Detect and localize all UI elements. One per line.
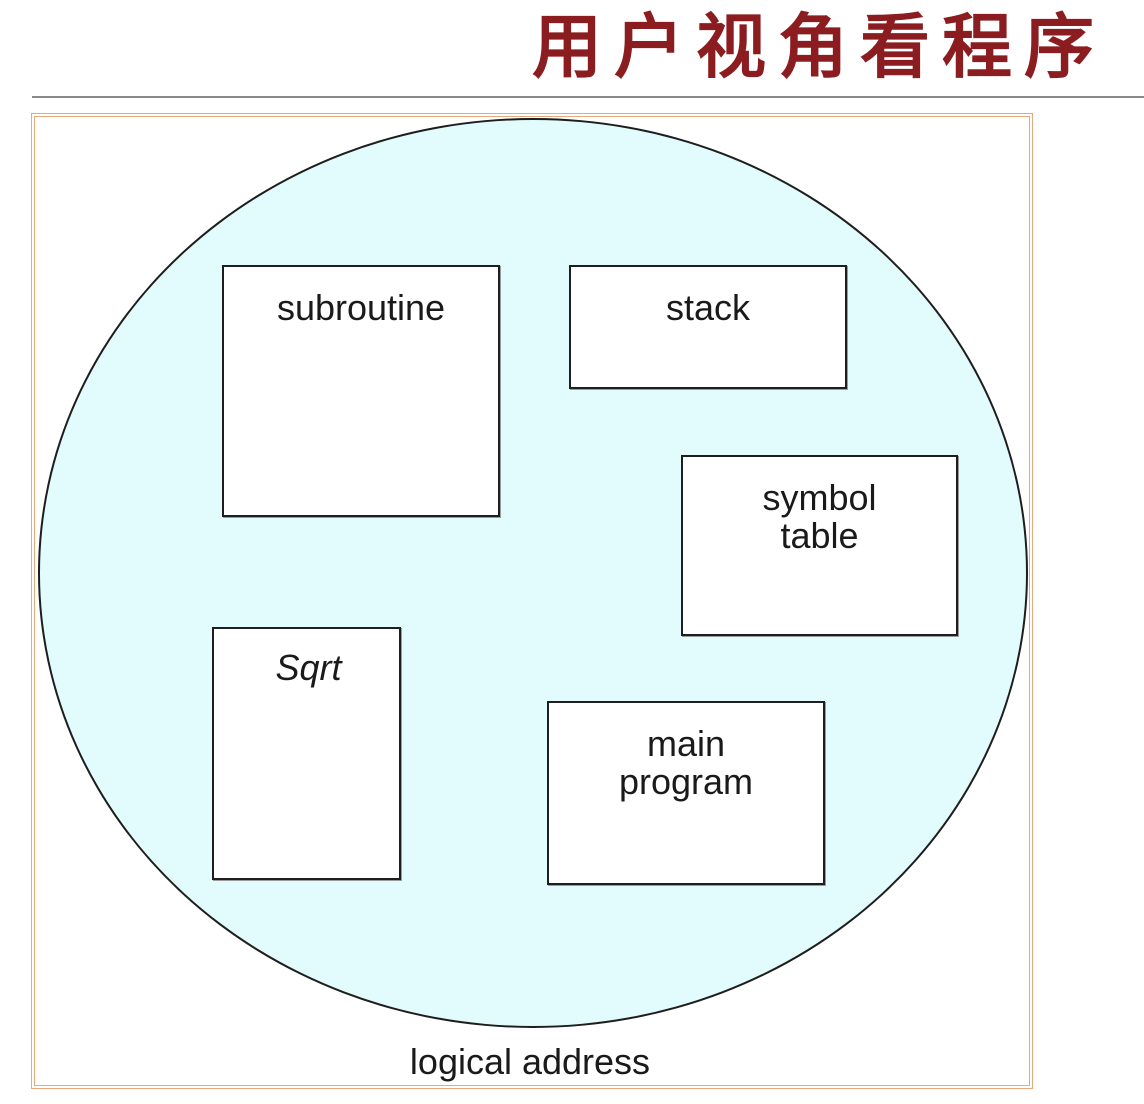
segment-symbol-table: symbol table bbox=[681, 455, 958, 636]
title-divider bbox=[32, 96, 1144, 98]
segment-stack-label: stack bbox=[665, 287, 751, 328]
slide-title: 用户视角看程序 bbox=[532, 5, 1106, 88]
segment-subroutine: subroutine bbox=[222, 265, 500, 517]
segment-stack: stack bbox=[569, 265, 847, 389]
segment-main-program: main program bbox=[547, 701, 825, 885]
segment-subroutine-label: subroutine bbox=[276, 287, 446, 328]
segment-symbol-table-label: symbol table bbox=[762, 477, 877, 556]
diagram-caption: logical address bbox=[409, 1041, 651, 1082]
segment-sqrt-label: Sqrt bbox=[275, 647, 342, 688]
segment-sqrt: Sqrt bbox=[212, 627, 401, 880]
segment-main-program-label: main program bbox=[618, 723, 754, 802]
